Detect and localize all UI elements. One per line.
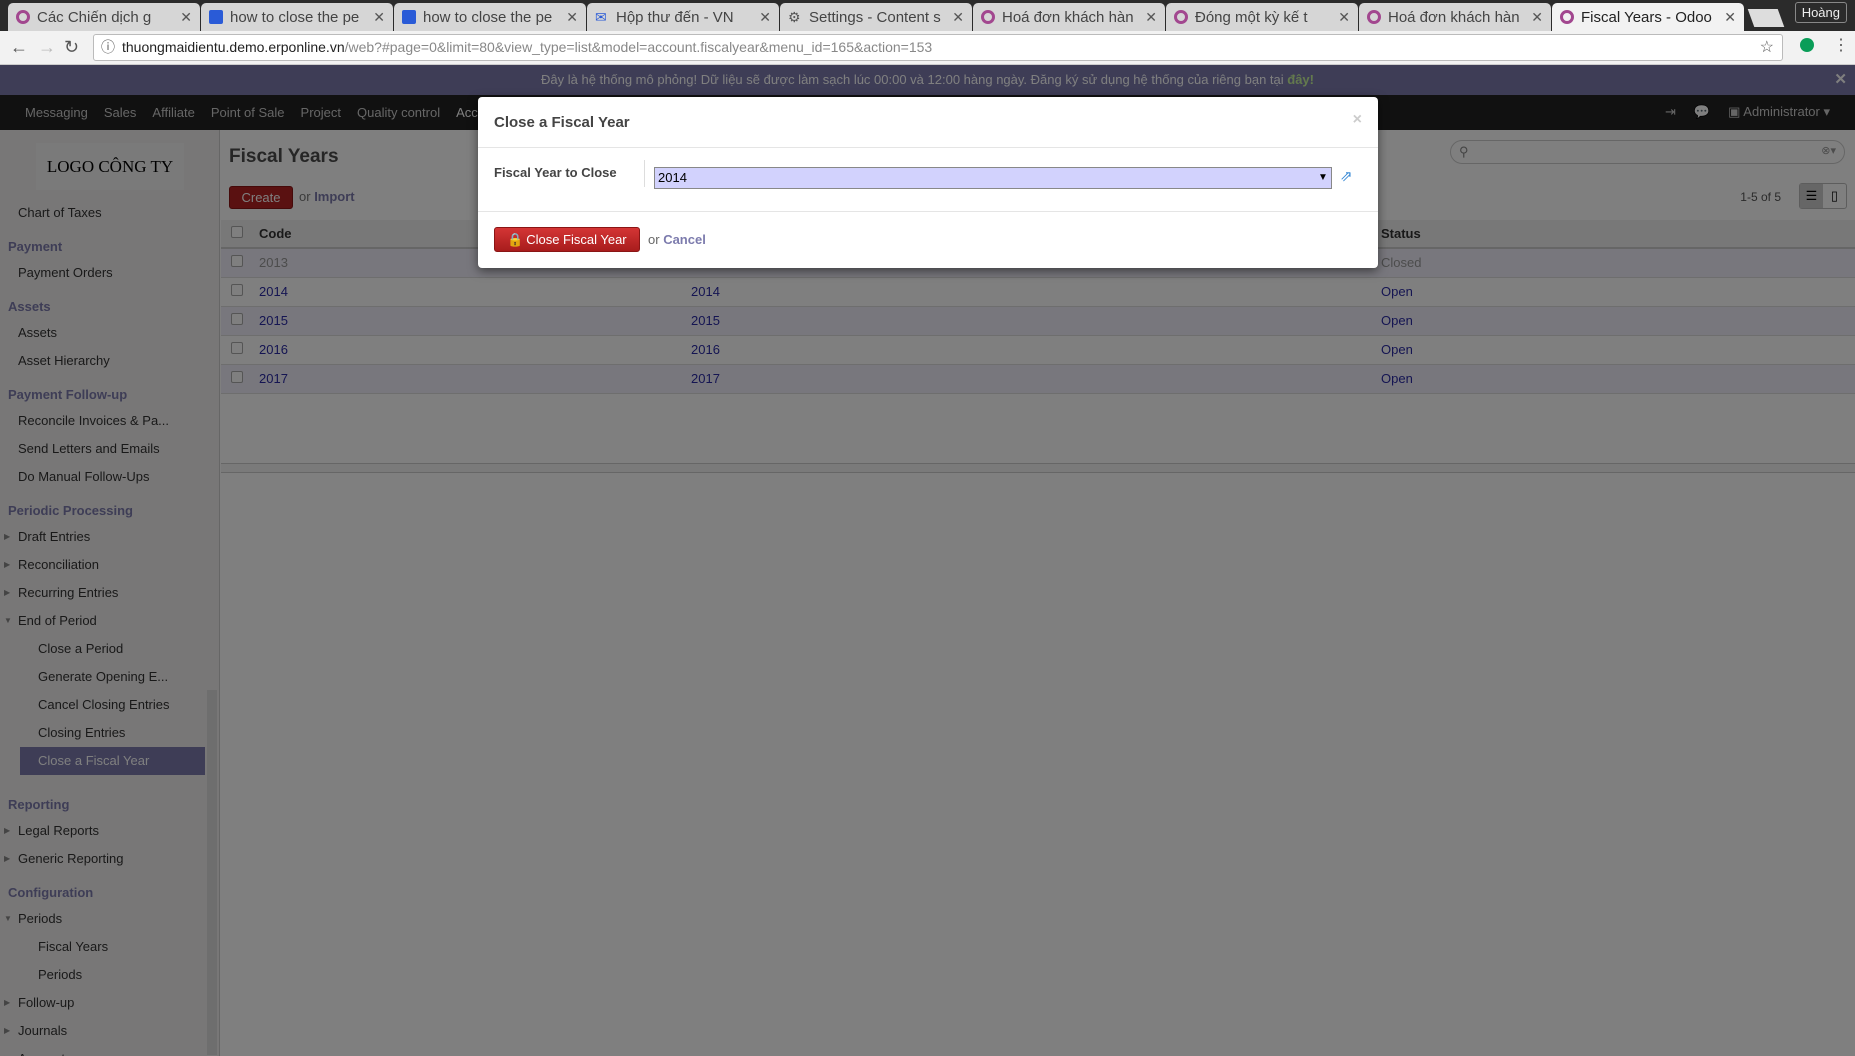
odoo-icon bbox=[16, 10, 30, 24]
bookmark-star-icon[interactable]: ☆ bbox=[1760, 35, 1774, 60]
tab-title: Đóng một kỳ kế t bbox=[1195, 8, 1308, 26]
extension-icon[interactable] bbox=[1800, 38, 1814, 52]
divider bbox=[644, 160, 645, 187]
fiscal-year-input[interactable]: 2014 bbox=[654, 167, 1332, 189]
menu-kebab-icon[interactable]: ⋮ bbox=[1833, 35, 1849, 55]
url-input[interactable]: ⓘ thuongmaidientu.demo.erponline.vn/web?… bbox=[93, 34, 1783, 61]
close-tab-icon[interactable]: ✕ bbox=[1724, 9, 1736, 26]
browser-tab[interactable]: Hoá đơn khách hàn ✕ bbox=[1359, 3, 1551, 31]
tab-title: how to close the pe bbox=[423, 8, 553, 26]
forward-icon[interactable]: → bbox=[38, 37, 56, 58]
browser-tab[interactable]: Đóng một kỳ kế t ✕ bbox=[1166, 3, 1358, 31]
tab-title: Hoá đơn khách hàn bbox=[1388, 8, 1520, 26]
close-tab-icon[interactable]: ✕ bbox=[1338, 9, 1350, 26]
info-icon[interactable]: ⓘ bbox=[101, 35, 115, 60]
profile-button[interactable]: Hoàng bbox=[1794, 2, 1847, 23]
browser-tab[interactable]: how to close the pe ✕ bbox=[394, 3, 586, 31]
odoo-icon bbox=[1560, 10, 1574, 24]
tab-title: Hộp thư đến - VN bbox=[616, 8, 734, 26]
new-tab-button[interactable] bbox=[1747, 9, 1785, 27]
close-tab-icon[interactable]: ✕ bbox=[759, 9, 771, 26]
address-bar-row: ← → ↻ ⓘ thuongmaidientu.demo.erponline.v… bbox=[0, 31, 1855, 65]
url-host: thuongmaidientu.demo.erponline.vn bbox=[122, 39, 345, 55]
browser-tab[interactable]: Fiscal Years - Odoo ✕ bbox=[1552, 3, 1744, 31]
or-cancel: or Cancel bbox=[648, 232, 706, 247]
close-fiscal-year-label: Close Fiscal Year bbox=[526, 232, 627, 247]
tab-title: Hoá đơn khách hàn bbox=[1002, 8, 1134, 26]
close-tab-icon[interactable]: ✕ bbox=[373, 9, 385, 26]
or-text: or bbox=[648, 232, 660, 247]
close-tab-icon[interactable]: ✕ bbox=[180, 9, 192, 26]
browser-tab[interactable]: Hoá đơn khách hàn ✕ bbox=[973, 3, 1165, 31]
dialog-title: Close a Fiscal Year bbox=[494, 114, 630, 131]
fiscal-year-label: Fiscal Year to Close bbox=[494, 165, 617, 180]
close-tab-icon[interactable]: ✕ bbox=[1145, 9, 1157, 26]
tab-title: how to close the pe bbox=[230, 8, 360, 26]
reload-icon[interactable]: ↻ bbox=[64, 37, 79, 58]
dropdown-arrow-icon[interactable]: ▼ bbox=[1318, 167, 1328, 189]
back-icon[interactable]: ← bbox=[10, 37, 28, 58]
cancel-link[interactable]: Cancel bbox=[663, 232, 706, 247]
tab-title: Fiscal Years - Odoo bbox=[1581, 8, 1712, 26]
close-dialog-icon[interactable]: × bbox=[1353, 111, 1362, 129]
browser-tab-bar: Các Chiến dịch g ✕ how to close the pe ✕ how… bbox=[0, 0, 1855, 31]
forum-icon bbox=[209, 10, 223, 24]
tab-title: Các Chiến dịch g bbox=[37, 8, 152, 26]
odoo-icon bbox=[1367, 10, 1381, 24]
gear-icon: ⚙ bbox=[788, 9, 801, 25]
lock-icon: 🔒 bbox=[507, 232, 524, 247]
tab-title: Settings - Content s bbox=[809, 8, 941, 26]
mail-icon: ✉ bbox=[595, 9, 607, 25]
close-fiscal-year-button[interactable]: 🔒 Close Fiscal Year bbox=[494, 227, 640, 252]
close-tab-icon[interactable]: ✕ bbox=[952, 9, 964, 26]
close-tab-icon[interactable]: ✕ bbox=[1531, 9, 1543, 26]
forum-icon bbox=[402, 10, 416, 24]
browser-tab[interactable]: ✉ Hộp thư đến - VN ✕ bbox=[587, 3, 779, 31]
odoo-icon bbox=[1174, 10, 1188, 24]
browser-tab[interactable]: ⚙ Settings - Content s ✕ bbox=[780, 3, 972, 31]
odoo-icon bbox=[981, 10, 995, 24]
browser-tab[interactable]: how to close the pe ✕ bbox=[201, 3, 393, 31]
close-fiscal-year-dialog: Close a Fiscal Year × Fiscal Year to Clos… bbox=[478, 97, 1378, 268]
browser-tab[interactable]: Các Chiến dịch g ✕ bbox=[8, 3, 200, 31]
close-tab-icon[interactable]: ✕ bbox=[566, 9, 578, 26]
url-path: /web?#page=0&limit=80&view_type=list&mod… bbox=[344, 39, 933, 55]
external-link-icon[interactable]: ⇗ bbox=[1340, 167, 1353, 185]
